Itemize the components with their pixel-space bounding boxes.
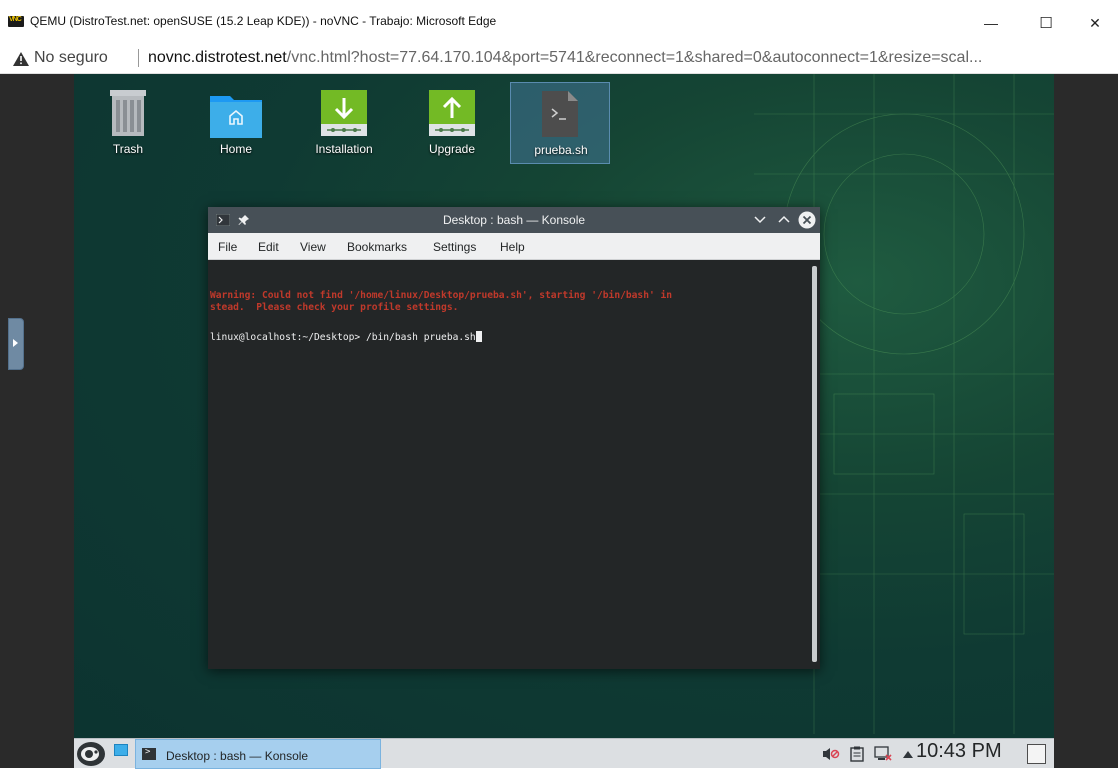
terminal-output[interactable]: Warning: Could not find '/home/linux/Des… [208,260,808,669]
minimize-button[interactable]: — [968,8,1014,38]
volume-muted-icon[interactable] [822,746,840,762]
upgrade-icon [429,90,475,136]
network-disconnected-icon[interactable] [874,746,892,762]
url-path: /vnc.html?host=77.64.170.104&port=5741&r… [286,49,983,66]
maximize-button[interactable]: ☐ [1023,8,1069,38]
close-circle-icon[interactable] [798,211,816,229]
warning-icon[interactable] [13,52,29,66]
browser-titlebar: VNC QEMU (DistroTest.net: openSUSE (15.2… [0,0,1118,40]
warning-line: Warning: Could not find '/home/linux/Des… [210,290,673,301]
konsole-titlebar[interactable]: Desktop : bash — Konsole [208,207,820,233]
address-bar[interactable]: No seguro novnc.distrotest.net/vnc.html?… [0,40,1118,74]
peek-desktop-button[interactable] [1027,744,1046,764]
minimize-chevron-icon[interactable] [754,215,766,225]
tray-expand-arrow-icon[interactable] [902,750,914,760]
script-file-icon [542,91,578,137]
novnc-control-bar-handle[interactable] [8,318,24,370]
kde-taskbar: > Desktop : bash — Konsole 10:43 PM [74,738,1054,769]
desktop-icon-upgrade[interactable]: Upgrade [402,82,502,164]
menu-settings[interactable]: Settings [433,240,476,254]
command-text: /bin/bash prueba.sh [365,332,476,343]
window-title: QEMU (DistroTest.net: openSUSE (15.2 Lea… [30,14,497,28]
menu-help[interactable]: Help [500,240,525,254]
command-line: linux@localhost:~/Desktop> /bin/bash pru… [210,331,482,343]
desktop-icon-trash[interactable]: Trash [78,82,178,164]
divider [138,49,139,67]
desktop-icon-installation[interactable]: Installation [294,82,394,164]
konsole-title: Desktop : bash — Konsole [442,213,586,227]
icon-label: prueba.sh [534,143,588,157]
konsole-task-icon: > [142,747,156,760]
security-label[interactable]: No seguro [34,49,108,67]
konsole-menubar: File Edit View Bookmarks Settings Help [208,233,820,260]
task-label: Desktop : bash — Konsole [166,749,309,763]
warning-line: stead. Please check your profile setting… [210,302,459,313]
vnc-app-icon: VNC [8,16,24,27]
desktop-icon-prueba-sh[interactable]: prueba.sh [510,82,610,164]
trash-icon [110,90,146,136]
url-text[interactable]: novnc.distrotest.net/vnc.html?host=77.64… [148,49,1108,67]
menu-file[interactable]: File [218,240,237,254]
konsole-window[interactable]: Desktop : bash — Konsole File Edit View … [208,207,820,669]
installation-icon [321,90,367,136]
show-desktop-icon[interactable] [114,744,128,756]
expand-arrow-icon [13,339,18,347]
scrollbar-thumb[interactable] [812,266,817,662]
maximize-chevron-icon[interactable] [778,215,790,225]
icon-label: Installation [315,142,373,156]
clock[interactable]: 10:43 PM [916,740,1002,763]
icon-label: Home [219,142,252,156]
text-cursor [475,331,482,342]
icon-label: Upgrade [428,142,476,156]
shell-prompt: linux@localhost:~/Desktop> [210,332,366,343]
terminal-scrollbar[interactable] [808,260,820,669]
menu-edit[interactable]: Edit [258,240,279,254]
menu-view[interactable]: View [300,240,326,254]
taskbar-task-konsole[interactable]: > Desktop : bash — Konsole [135,739,381,769]
icon-label: Trash [112,142,144,156]
desktop-icon-home[interactable]: Home [186,82,286,164]
home-folder-icon [210,96,262,138]
clipboard-icon[interactable] [850,746,864,762]
close-button[interactable]: ✕ [1072,8,1118,38]
opensuse-launcher-icon[interactable] [76,740,106,768]
url-host: novnc.distrotest.net [148,49,287,66]
menu-bookmarks[interactable]: Bookmarks [347,240,407,254]
